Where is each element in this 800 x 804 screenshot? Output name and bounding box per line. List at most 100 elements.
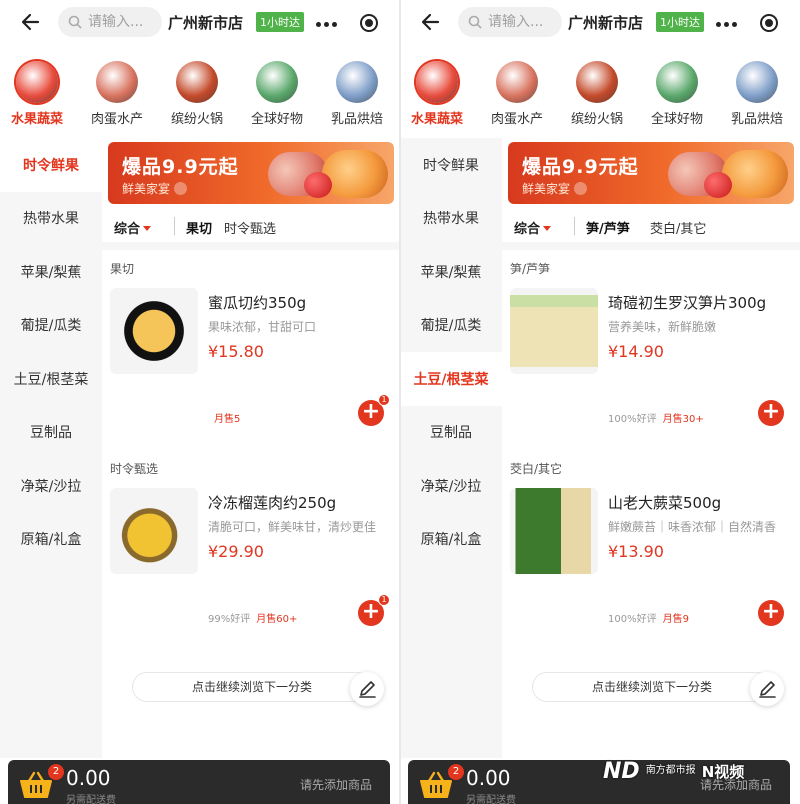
side-nav-item[interactable]: 葡提/瓜类 [400, 299, 502, 353]
product-card[interactable]: 蜜瓜切约350g 果味浓郁，甘甜可口 ¥15.80 月售5 + 1 [102, 288, 400, 438]
side-nav-item[interactable]: 热带水果 [400, 192, 502, 246]
side-category-nav: 时令鲜果 热带水果 苹果/梨蕉 葡提/瓜类 土豆/根茎菜 豆制品 净菜/沙拉 原… [400, 138, 502, 758]
side-nav-item[interactable]: 豆制品 [0, 406, 102, 460]
side-nav-item[interactable]: 净菜/沙拉 [0, 459, 102, 513]
cart-bar[interactable]: 2 0.00 另需配送费 请先添加商品 [8, 760, 390, 804]
more-dots-icon[interactable] [716, 22, 737, 27]
top-category-item[interactable]: 乳品烘焙 [319, 58, 395, 127]
product-image[interactable] [510, 288, 598, 374]
top-category-row: 水果蔬菜 肉蛋水产 缤纷火锅 全球好物 乳品烘焙 [400, 58, 800, 128]
top-category-item[interactable]: 水果蔬菜 [400, 58, 475, 127]
category-image [96, 61, 138, 103]
product-stats: 100%好评 月售9 [608, 610, 689, 625]
product-price: ¥14.90 [608, 342, 664, 361]
section-title: 果切 [110, 262, 135, 276]
category-label: 水果蔬菜 [410, 112, 463, 127]
tab-divider [502, 242, 800, 250]
sort-dropdown[interactable]: 综合 [114, 218, 152, 237]
category-label: 缤纷火锅 [170, 112, 223, 127]
right-phone-screen: 广州新市店 1小时达 水果蔬菜 肉蛋水产 缤纷火锅 全球好物 乳品烘焙 时令鲜 [400, 0, 800, 804]
category-label: 全球好物 [650, 112, 703, 127]
product-image[interactable] [110, 288, 198, 374]
product-stats: 99%好评 月售60+ [208, 610, 297, 625]
category-image [16, 61, 58, 103]
product-desc: 清脆可口，鲜美味甘，清炒更佳 [208, 520, 377, 534]
product-sold: 月售30+ [662, 414, 704, 425]
side-nav-item[interactable]: 净菜/沙拉 [400, 459, 502, 513]
product-area: 爆品9.9元起 鲜美家宴 综合 果切 时令甄选 果切 蜜瓜切约350g 果味浓郁… [102, 138, 400, 758]
product-desc: 果味浓郁，甘甜可口 [208, 320, 317, 334]
side-nav-item[interactable]: 苹果/梨蕉 [400, 245, 502, 299]
store-name[interactable]: 广州新市店 [168, 12, 243, 33]
more-dots-icon[interactable] [316, 22, 337, 27]
shipping-note: 另需配送费 [66, 795, 116, 804]
side-nav-item[interactable]: 苹果/梨蕉 [0, 245, 102, 299]
watermark: ND 南方都市报 N视频 [603, 756, 744, 786]
side-nav-item[interactable]: 葡提/瓜类 [0, 299, 102, 353]
sub-tab[interactable]: 时令甄选 [224, 218, 276, 237]
top-category-item[interactable]: 缤纷火锅 [159, 58, 235, 127]
product-name: 山老大蕨菜500g [608, 494, 722, 512]
sub-tab[interactable]: 果切 [186, 218, 213, 244]
cart-count-badge: 1 [378, 394, 390, 406]
store-name[interactable]: 广州新市店 [568, 12, 643, 33]
product-sold: 月售60+ [256, 614, 298, 625]
product-card[interactable]: 冷冻榴莲肉约250g 清脆可口，鲜美味甘，清炒更佳 ¥29.90 99%好评 月售… [102, 488, 400, 638]
side-nav-item[interactable]: 土豆/根茎菜 [400, 352, 502, 406]
sub-tab[interactable]: 茭白/其它 [650, 218, 706, 237]
product-image[interactable] [110, 488, 198, 574]
header: 广州新市店 1小时达 [400, 0, 800, 46]
caret-down-icon [143, 226, 152, 231]
side-nav-item[interactable]: 时令鲜果 [400, 138, 502, 192]
search-box[interactable] [58, 7, 162, 37]
close-target-icon[interactable] [360, 14, 378, 32]
section-title: 茭白/其它 [510, 462, 563, 476]
side-nav-item[interactable]: 原箱/礼盒 [0, 513, 102, 567]
search-input[interactable] [488, 14, 558, 30]
edit-floating-button[interactable] [750, 672, 784, 706]
checkout-button[interactable]: 请先添加商品 [300, 776, 372, 793]
product-card[interactable]: 山老大蕨菜500g 鲜嫩蕨苔｜味香浓郁｜自然清香 ¥13.90 100%好评 月售… [502, 488, 800, 638]
product-image[interactable] [510, 488, 598, 574]
side-nav-item[interactable]: 热带水果 [0, 192, 102, 246]
section-title: 笋/芦笋 [510, 262, 551, 276]
product-stats: 月售5 [208, 410, 240, 425]
back-arrow-icon[interactable] [418, 8, 446, 36]
add-to-cart-button[interactable]: + [758, 600, 784, 626]
category-label: 肉蛋水产 [490, 112, 543, 127]
banner-title: 爆品9.9元起 [522, 156, 639, 178]
product-price: ¥15.80 [208, 342, 264, 361]
cart-total: 0.00 [66, 766, 111, 790]
top-category-item[interactable]: 乳品烘焙 [719, 58, 795, 127]
search-input[interactable] [88, 14, 158, 30]
top-category-item[interactable]: 缤纷火锅 [559, 58, 635, 127]
top-category-item[interactable]: 肉蛋水产 [479, 58, 555, 127]
back-arrow-icon[interactable] [18, 8, 46, 36]
top-category-item[interactable]: 全球好物 [239, 58, 315, 127]
product-name: 冷冻榴莲肉约250g [208, 494, 337, 512]
search-box[interactable] [458, 7, 562, 37]
top-category-item[interactable]: 全球好物 [639, 58, 715, 127]
edit-floating-button[interactable] [350, 672, 384, 706]
sub-tab[interactable]: 笋/芦笋 [586, 218, 630, 244]
next-category-button[interactable]: 点击继续浏览下一分类 [532, 672, 772, 702]
add-to-cart-button[interactable]: + [758, 400, 784, 426]
product-price: ¥13.90 [608, 542, 664, 561]
side-nav-item[interactable]: 时令鲜果 [0, 138, 102, 192]
watermark-outlet: 南方都市报 [645, 765, 696, 776]
product-card[interactable]: 琦磑初生罗汉笋片300g 营养美味，新鲜脆嫩 ¥14.90 100%好评 月售30… [502, 288, 800, 438]
close-target-icon[interactable] [760, 14, 778, 32]
promo-banner[interactable]: 爆品9.9元起 鲜美家宴 [108, 142, 394, 204]
side-nav-item[interactable]: 原箱/礼盒 [400, 513, 502, 567]
promo-banner[interactable]: 爆品9.9元起 鲜美家宴 [508, 142, 794, 204]
top-category-item[interactable]: 肉蛋水产 [79, 58, 155, 127]
sort-dropdown[interactable]: 综合 [514, 218, 552, 237]
banner-subtitle: 鲜美家宴 [522, 180, 588, 197]
top-category-item[interactable]: 水果蔬菜 [0, 58, 75, 127]
cart-total: 0.00 [466, 766, 511, 790]
banner-title: 爆品9.9元起 [122, 156, 239, 178]
next-category-button[interactable]: 点击继续浏览下一分类 [132, 672, 372, 702]
side-nav-item[interactable]: 豆制品 [400, 406, 502, 460]
side-nav-item[interactable]: 土豆/根茎菜 [0, 352, 102, 406]
delivery-badge: 1小时达 [256, 12, 304, 32]
